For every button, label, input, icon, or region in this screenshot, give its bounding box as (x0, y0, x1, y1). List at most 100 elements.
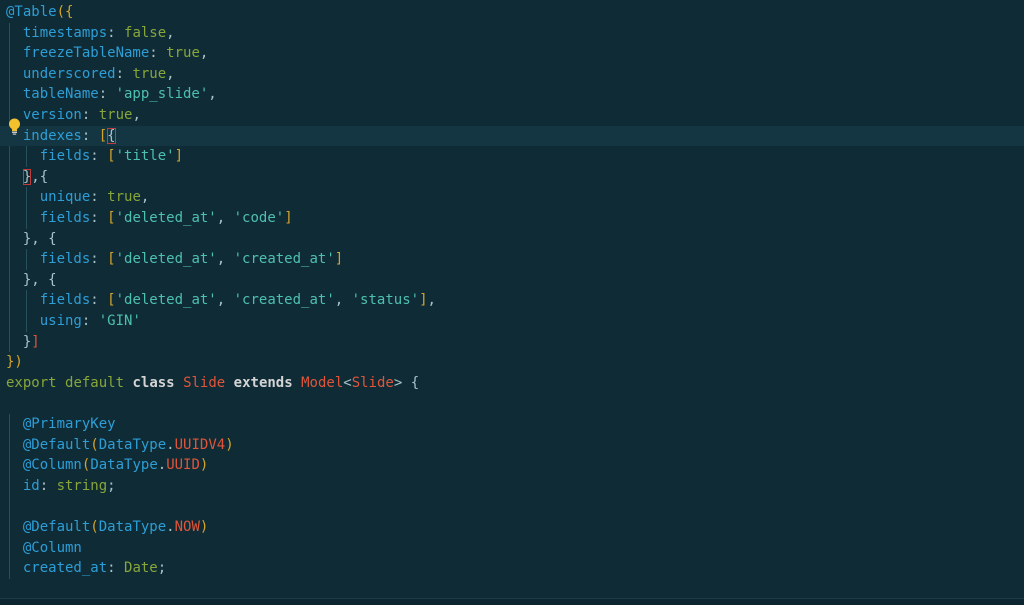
code-line[interactable]: timestamps: false, (0, 23, 1024, 44)
code-token: @PrimaryKey (22, 416, 116, 432)
code-line[interactable]: }, { (0, 229, 1024, 250)
code-line[interactable] (0, 496, 1024, 517)
lightbulb-icon[interactable] (8, 118, 21, 135)
code-token: ] (31, 333, 40, 350)
code-token: ) (199, 457, 209, 474)
code-token: : (149, 45, 167, 62)
code-token: false (124, 24, 167, 41)
code-line[interactable]: underscored: true, (0, 64, 1024, 85)
code-token: < (343, 374, 352, 391)
code-token: NOW (174, 519, 200, 535)
code-token: . (166, 436, 175, 453)
code-line[interactable]: }] (0, 332, 1024, 353)
code-token: unique (39, 189, 91, 206)
code-token: ) (225, 436, 234, 453)
code-token: [ (107, 292, 116, 309)
code-token: : (81, 107, 99, 123)
code-token: ( (90, 436, 99, 453)
code-line[interactable]: @Column(DataType.UUID) (0, 455, 1024, 476)
code-token: : (115, 65, 133, 82)
code-token: @Column (22, 539, 82, 556)
code-token: , (140, 189, 150, 206)
code-token: ] (174, 148, 184, 165)
code-token: , (166, 65, 175, 82)
code-token: [ (107, 251, 116, 268)
code-token: export (6, 374, 57, 391)
code-line[interactable]: using: 'GIN' (0, 311, 1024, 332)
code-token: fields (39, 251, 91, 268)
code-line[interactable]: @Table({ (0, 2, 1024, 23)
code-token: @Default (22, 436, 91, 453)
code-line[interactable]: id: string; (0, 476, 1024, 497)
code-line[interactable]: unique: true, (0, 187, 1024, 208)
code-token: Date (124, 560, 158, 577)
code-line[interactable]: @Column (0, 538, 1024, 559)
code-line[interactable]: @PrimaryKey (0, 414, 1024, 435)
code-token: , (216, 251, 234, 268)
code-line[interactable]: created_at: Date; (0, 558, 1024, 579)
code-token: , (132, 107, 141, 123)
code-token: }, { (22, 271, 57, 288)
code-line[interactable] (0, 393, 1024, 414)
code-line[interactable]: @Default(DataType.UUIDV4) (0, 435, 1024, 456)
code-token: 'title' (115, 148, 175, 165)
code-token: Model (301, 374, 344, 391)
code-line[interactable]: indexes: [{ (0, 125, 1024, 147)
code-token: fields (39, 292, 91, 309)
code-token: @Table (6, 4, 57, 20)
code-line[interactable]: fields: ['deleted_at', 'created_at'] (0, 249, 1024, 270)
code-token: string (56, 477, 108, 494)
code-line[interactable]: tableName: 'app_slide', (0, 84, 1024, 105)
code-line[interactable]: @Default(DataType.NOW) (0, 517, 1024, 538)
code-token: @Default (22, 519, 91, 535)
code-token: true (132, 65, 167, 82)
code-token: , (334, 292, 352, 309)
code-line[interactable]: }) (0, 352, 1024, 373)
code-line[interactable]: fields: ['title'] (0, 146, 1024, 167)
code-token: version (22, 107, 82, 123)
code-token: : (81, 313, 99, 329)
code-token: [ (107, 148, 116, 165)
code-token: : (107, 24, 125, 41)
code-token: ] (284, 210, 293, 226)
code-token: true (166, 45, 200, 62)
code-token: ; (107, 477, 116, 494)
editor-bottom-edge (0, 598, 1024, 605)
code-line[interactable]: },{ (0, 167, 1024, 188)
code-token: , (216, 292, 234, 309)
code-token: : (81, 127, 99, 144)
code-token: 'GIN' (98, 313, 141, 329)
code-token: [ (98, 127, 108, 144)
code-line[interactable]: fields: ['deleted_at', 'code'] (0, 208, 1024, 229)
code-token: UUID (166, 457, 200, 474)
code-token: ) (199, 519, 209, 535)
code-line[interactable]: }, { (0, 270, 1024, 291)
code-line[interactable]: freezeTableName: true, (0, 43, 1024, 64)
code-token: default (65, 374, 125, 391)
code-token: using (39, 313, 82, 329)
code-token: : (90, 210, 108, 226)
code-line[interactable]: export default class Slide extends Model… (0, 373, 1024, 394)
code-token: 'deleted_at' (115, 251, 217, 268)
code-token: : (90, 148, 108, 165)
code-token: : (90, 251, 108, 268)
code-token: ] (419, 292, 428, 309)
code-line[interactable]: fields: ['deleted_at', 'created_at', 'st… (0, 290, 1024, 311)
code-token: DataType (98, 436, 167, 453)
code-editor[interactable]: @Table({ timestamps: false, freezeTableN… (0, 0, 1024, 605)
code-line[interactable]: version: true, (0, 105, 1024, 126)
